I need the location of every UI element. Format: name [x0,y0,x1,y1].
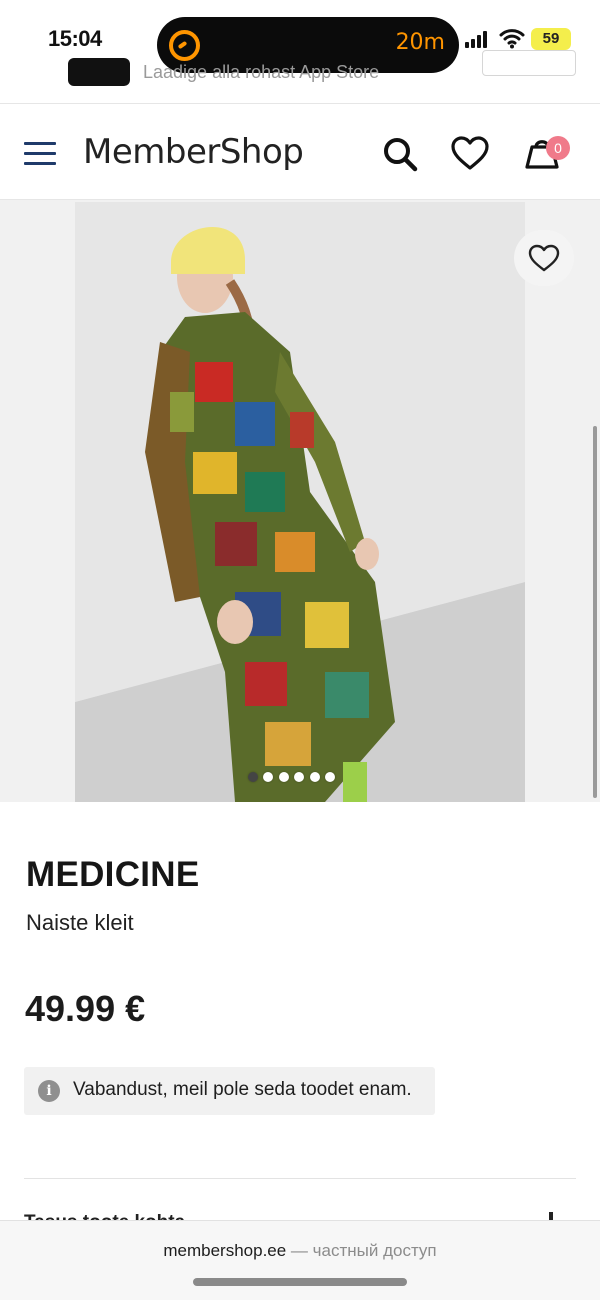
add-to-favorites-button[interactable] [514,230,574,286]
product-photo[interactable] [75,202,525,802]
search-icon[interactable] [380,134,420,174]
gallery-dot[interactable] [325,772,335,782]
wishlist-heart-icon[interactable] [450,134,490,174]
app-store-banner[interactable]: Laadige alla rohast App Store [0,48,600,104]
model-in-dress-image [75,202,525,802]
page-scrollbar[interactable] [593,426,597,798]
unavailable-notice: i Vabandust, meil pole seda toodet enam. [24,1067,435,1115]
cart-count-badge: 0 [546,136,570,160]
private-mode-label: — частный доступ [286,1241,437,1260]
product-price: 49.99 € [25,988,146,1029]
info-icon: i [38,1080,60,1102]
site-logo[interactable]: MemberShop [83,132,304,172]
product-brand: MEDICINE [26,855,200,894]
menu-icon[interactable] [24,142,56,166]
section-divider [24,1178,576,1179]
browser-url[interactable]: membershop.ee — частный доступ [0,1241,600,1261]
site-header: MemberShop [0,103,600,200]
gallery-dot[interactable] [263,772,274,782]
gallery-dot[interactable] [248,772,258,782]
app-store-open-button[interactable] [482,50,576,76]
browser-address-bar[interactable]: membershop.ee — частный доступ [0,1220,600,1300]
wifi-icon [499,29,525,49]
gallery-pagination-dots[interactable] [248,772,358,784]
gallery-dot[interactable] [294,772,305,782]
product-gallery[interactable] [0,200,600,802]
home-indicator[interactable] [193,1278,407,1286]
url-domain: membershop.ee [163,1241,287,1260]
app-store-banner-text: Laadige alla rohast App Store [143,62,380,82]
app-logo-icon [68,58,130,86]
battery-indicator: 59 [531,28,571,50]
heart-icon [528,244,560,272]
cellular-signal-icon [465,30,491,48]
gallery-dot[interactable] [278,772,289,782]
unavailable-notice-text: Vabandust, meil pole seda toodet enam. [73,1079,412,1100]
gallery-dot[interactable] [309,772,320,782]
product-subtitle: Naiste kleit [26,910,134,935]
